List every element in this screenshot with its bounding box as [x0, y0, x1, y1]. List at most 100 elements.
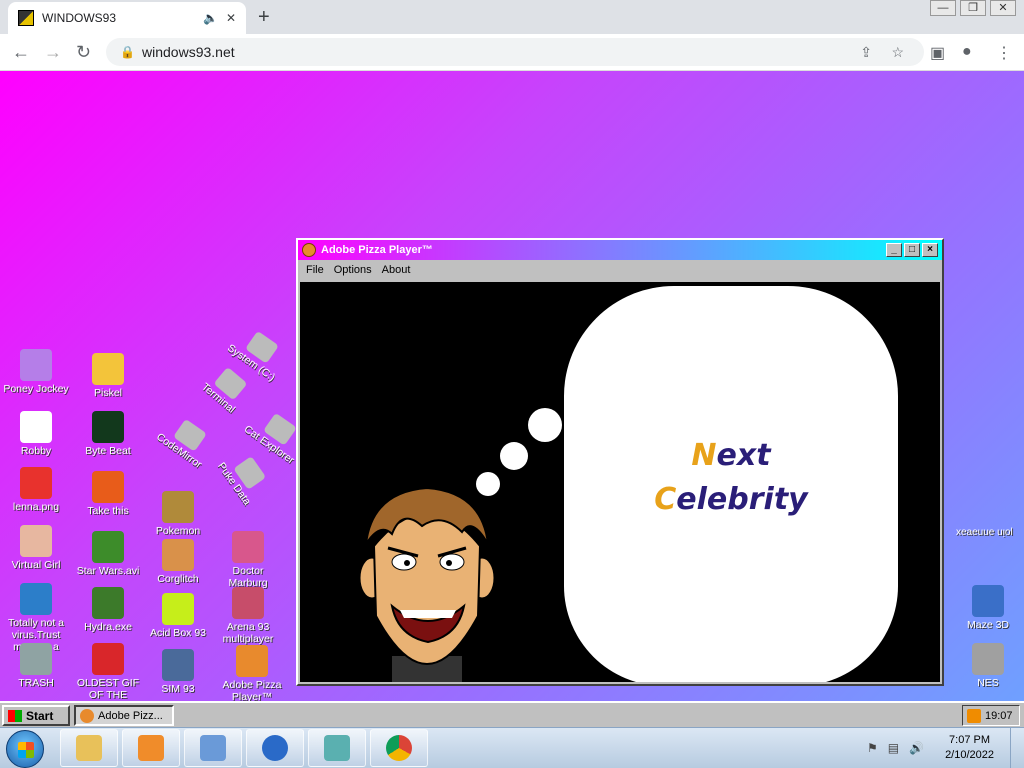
- side-panel-icon[interactable]: ▣: [930, 43, 945, 63]
- bubble-dot: [500, 442, 528, 470]
- taskbar-chrome[interactable]: [370, 729, 428, 767]
- bubble-dot: [528, 408, 562, 442]
- windows93-favicon-icon: [18, 10, 34, 26]
- close-button[interactable]: ×: [922, 243, 938, 257]
- animation-stage[interactable]: Next Celebrity: [300, 282, 940, 682]
- desktop-icon[interactable]: Take this: [72, 471, 144, 517]
- app-icon: [972, 585, 1004, 617]
- minimize-button[interactable]: _: [886, 243, 902, 257]
- desktop-icon[interactable]: Maze 3D: [952, 585, 1024, 631]
- app-icon: [92, 353, 124, 385]
- rss-icon[interactable]: [967, 708, 981, 723]
- window-titlebar[interactable]: Adobe Pizza Player™ _ □ ×: [298, 240, 942, 260]
- app-icon: [162, 491, 194, 523]
- desktop-icon[interactable]: NES: [952, 643, 1024, 689]
- close-tab-icon[interactable]: ✕: [226, 11, 236, 25]
- desktop-icon[interactable]: Doctor Marburg: [212, 531, 284, 589]
- desktop-icon[interactable]: Adobe Pizza Player™: [216, 645, 288, 701]
- desktop-icon[interactable]: Virtual Girl: [0, 525, 72, 571]
- tray-clock: 19:07: [985, 709, 1013, 722]
- new-tab-button[interactable]: +: [258, 6, 270, 29]
- share-icon[interactable]: ⇪: [860, 38, 872, 66]
- desktop-icon-label: NES: [977, 677, 999, 689]
- pizza-icon: [302, 243, 316, 257]
- desktop-icon[interactable]: Acid Box 93: [142, 593, 214, 639]
- desktop-icon[interactable]: OLDEST GIF OF THE: [72, 643, 144, 701]
- desktop-icon[interactable]: Byte Beat: [72, 411, 144, 457]
- start-orb[interactable]: [6, 730, 44, 768]
- taskbar-media-player[interactable]: [122, 729, 180, 767]
- desktop-icon-label: Acid Box 93: [149, 627, 207, 639]
- desktop-icon-label: Robby: [20, 445, 52, 457]
- desktop-icon[interactable]: Star Wars.avi: [72, 531, 144, 577]
- app-icon: [20, 583, 52, 615]
- menu-dots-icon[interactable]: ⋮: [996, 43, 1012, 63]
- restore-button[interactable]: ❐: [960, 0, 986, 16]
- window-controls: — ❐ ✕: [930, 0, 1016, 16]
- bookmark-star-icon[interactable]: ☆: [891, 38, 904, 66]
- reload-icon[interactable]: ↻: [76, 42, 91, 63]
- network-icon[interactable]: ▤: [888, 741, 899, 755]
- action-center-icon[interactable]: ⚑: [867, 741, 878, 755]
- start-button[interactable]: Start: [2, 705, 70, 726]
- bubble-line-2: Celebrity: [654, 482, 808, 517]
- close-button[interactable]: ✕: [990, 0, 1016, 16]
- win7-tray-icons: ⚑ ▤ 🔊: [867, 741, 924, 755]
- system-tray: 19:07: [962, 705, 1020, 726]
- windows93-taskbar: Start Adobe Pizz... 19:07: [0, 701, 1024, 727]
- volume-icon[interactable]: 🔊: [909, 741, 924, 755]
- minimize-button[interactable]: —: [930, 0, 956, 16]
- taskbar-help[interactable]: [246, 729, 304, 767]
- profile-icon[interactable]: ●: [962, 43, 972, 61]
- app-icon: [92, 587, 124, 619]
- desktop-icon[interactable]: Arena 93 multiplayer: [212, 587, 284, 645]
- back-icon[interactable]: ←: [12, 42, 30, 63]
- cartoon-character: [359, 486, 495, 682]
- chrome-icon: [386, 735, 412, 761]
- desktop-icon[interactable]: Robby: [0, 411, 72, 457]
- desktop-icon[interactable]: Pokemon: [142, 491, 214, 537]
- lock-icon: 🔒: [120, 45, 135, 59]
- desktop-icon-label: Star Wars.avi: [76, 565, 140, 577]
- speaker-icon[interactable]: 🔈: [203, 11, 218, 25]
- desktop-icon-label: Maze 3D: [966, 619, 1009, 631]
- windows7-taskbar: ⚑ ▤ 🔊 7:07 PM 2/10/2022: [0, 727, 1024, 768]
- menu-options[interactable]: Options: [334, 264, 372, 276]
- address-bar[interactable]: 🔒 windows93.net ⇪ ☆: [106, 38, 924, 66]
- desktop-icon-label: OLDEST GIF OF THE: [76, 677, 140, 701]
- desktop-icon-label: Corglitch: [157, 573, 199, 585]
- desktop-icon-label: Pokemon: [155, 525, 201, 537]
- folder-icon: [76, 735, 102, 761]
- taskbar-control-panel[interactable]: [184, 729, 242, 767]
- desktop-icon-label: Doctor Marburg: [228, 565, 268, 589]
- app-icon: [20, 411, 52, 443]
- app-icon: [92, 531, 124, 563]
- desktop-icon[interactable]: Piskel: [72, 353, 144, 399]
- desktop-icon[interactable]: TRASH: [0, 643, 72, 689]
- desktop-icon-label: Piskel: [93, 387, 122, 399]
- win7-clock[interactable]: 7:07 PM 2/10/2022: [945, 733, 994, 763]
- url-text: windows93.net: [142, 44, 235, 60]
- taskbar-installer[interactable]: [308, 729, 366, 767]
- menu-about[interactable]: About: [382, 264, 411, 276]
- maximize-button[interactable]: □: [904, 243, 920, 257]
- desktop-icon[interactable]: Corglitch: [142, 539, 214, 585]
- show-desktop-button[interactable]: [1010, 728, 1024, 768]
- taskbar-pizza-player[interactable]: Adobe Pizz...: [74, 705, 174, 726]
- desktop-icon[interactable]: Poney Jockey: [0, 349, 72, 395]
- desktop-icon-label: Poney Jockey: [3, 383, 69, 395]
- taskbar-explorer[interactable]: [60, 729, 118, 767]
- desktop-icon-label: Virtual Girl: [11, 559, 61, 571]
- windows93-logo-icon: [8, 709, 22, 722]
- desktop-icon[interactable]: SIM 93: [142, 649, 214, 695]
- desktop-icon-label: Arena 93 multiplayer: [222, 621, 274, 645]
- desktop-icon-label: Take this: [87, 505, 129, 517]
- menu-file[interactable]: File: [306, 264, 324, 276]
- desktop-icon[interactable]: lenna.png: [0, 467, 72, 513]
- browser-tab[interactable]: WINDOWS93 🔈 ✕: [8, 2, 246, 34]
- window-menubar: File Options About: [298, 260, 942, 280]
- desktop-icon[interactable]: Hydra.exe: [72, 587, 144, 633]
- pizza-player-window: Adobe Pizza Player™ _ □ × File Options A…: [296, 238, 944, 686]
- app-icon: [20, 643, 52, 675]
- forward-icon[interactable]: →: [44, 42, 62, 63]
